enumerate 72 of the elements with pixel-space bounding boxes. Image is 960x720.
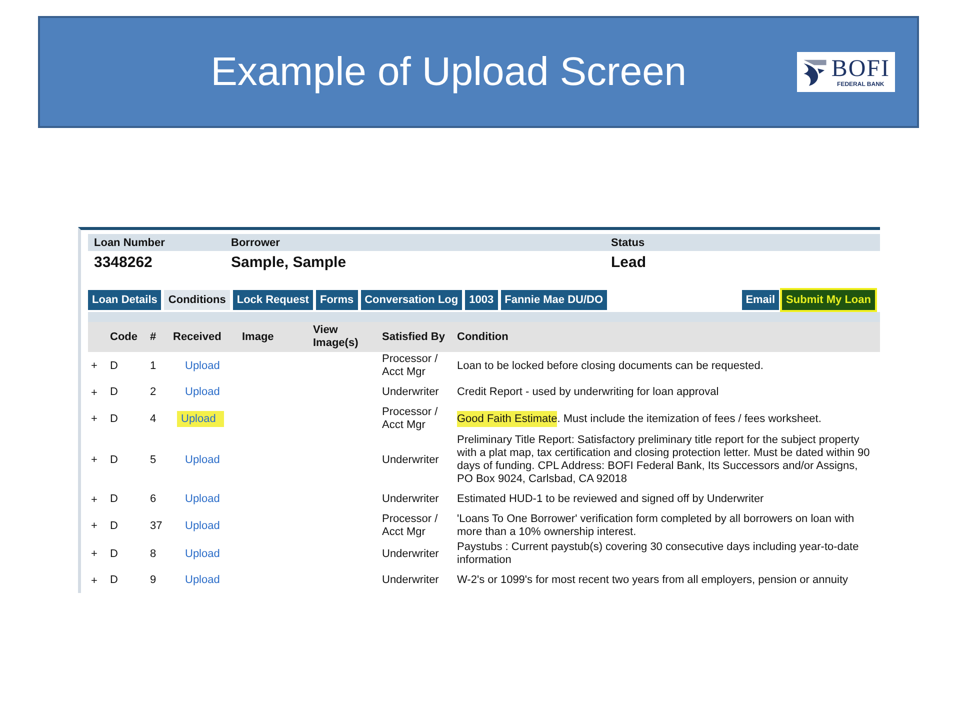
table-cell-text: 4 (150, 412, 158, 426)
table-cell-text: Preliminary Title Report: Satisfactory preliminary title report for the subject property with a plat map, tax certification and closing protection letter. Must be dated within 90 days of funding. CPL Address: BOFI Federal Bank, Its Successors and/or Assigns, PO Box 9024, Carlsbad, CA 92018 (457, 434, 871, 486)
table-cell-text: D (110, 360, 119, 372)
upload-link[interactable]: Upload (181, 358, 224, 374)
table-cell-text: Paystubs : Current paystub(s) covering 30 consecutive days including year-to-date information (457, 541, 860, 567)
column-header: Received (173, 330, 222, 344)
expand-toggle[interactable]: + (88, 574, 110, 586)
expand-toggle[interactable]: + (88, 520, 110, 532)
table-cell-text: Credit Report - used by underwriting for loan approval (457, 386, 720, 399)
logo-wordmark: BOFI (831, 56, 890, 82)
table-cell-text: Underwriter (382, 574, 440, 587)
table-cell-text: Underwriter (382, 493, 440, 506)
tab[interactable]: Fannie Mae DU/DO (500, 290, 608, 310)
column-header: Loan Number (94, 236, 166, 248)
tab[interactable]: Loan Details (88, 290, 162, 310)
upload-link[interactable]: Upload (181, 491, 224, 507)
expand-toggle[interactable]: + (88, 548, 110, 560)
table-cell-text: 6 (150, 493, 158, 506)
table-cell-text: 'Loans To One Borrower' verification form completed by all borrowers on loan with more than a 10% ownership interest. (457, 513, 856, 539)
upload-link[interactable]: Upload (181, 384, 224, 400)
upload-link[interactable]: Upload (181, 452, 224, 468)
column-header: Borrower (231, 236, 281, 248)
column-header: Satisfied By (382, 330, 446, 344)
table-cell-text: 5 (150, 454, 158, 466)
table-cell-text: 9 (150, 574, 158, 587)
loan-value: Sample, Sample (231, 254, 348, 270)
table-cell-text: D (110, 454, 119, 466)
table-cell-text: 2 (150, 386, 158, 399)
column-header: # (150, 330, 158, 344)
table-cell-text: D (110, 386, 119, 399)
table-cell-text: Loan to be locked before closing documents can be requested. (457, 360, 764, 372)
table-cell-text: 1 (150, 360, 158, 372)
upload-link[interactable]: Upload (181, 572, 224, 588)
table-cell-text: Processor / Acct Mgr (382, 353, 439, 379)
column-header: View Image(s) (313, 324, 360, 350)
upload-link[interactable]: Upload (177, 410, 224, 426)
table-cell-text: Underwriter (382, 386, 440, 399)
loan-value: 3348262 (94, 254, 154, 270)
tab[interactable]: Conditions (164, 290, 230, 310)
tab[interactable]: Lock Request (232, 290, 313, 310)
upload-link[interactable]: Upload (181, 546, 224, 562)
table-cell-text: 8 (150, 548, 158, 560)
table-cell-text: D (110, 412, 119, 426)
expand-toggle[interactable]: + (88, 413, 110, 425)
table-cell-text: D (110, 493, 119, 506)
column-header: Condition (457, 330, 510, 344)
expand-toggle[interactable]: + (88, 360, 110, 372)
column-header: Image (242, 330, 275, 344)
column-header: Code (110, 330, 138, 344)
table-cell-text: Good Faith Estimate. Must include the itemization of fees / fees worksheet. (457, 412, 822, 426)
table-cell-text: D (110, 574, 119, 587)
table-cell-text: Processor / Acct Mgr (382, 513, 439, 539)
table-cell-text: D (110, 548, 119, 560)
table-cell-text: Underwriter (382, 548, 440, 560)
tab[interactable]: Conversation Log (360, 290, 462, 310)
action-button[interactable]: Email (742, 290, 780, 310)
loan-value: Lead (611, 254, 648, 270)
table-cell-text: Processor / Acct Mgr (382, 406, 439, 432)
expand-toggle[interactable]: + (88, 386, 110, 398)
slide-title: Example of Upload Screen (210, 50, 688, 94)
column-header: Status (611, 236, 646, 248)
tab[interactable]: Forms (316, 290, 358, 310)
expand-toggle[interactable]: + (88, 454, 110, 466)
table-cell-text: D (110, 520, 119, 532)
action-button[interactable]: Submit My Loan (782, 290, 875, 310)
tab[interactable]: 1003 (465, 290, 498, 310)
upload-link[interactable]: Upload (181, 518, 224, 534)
table-cell-text: 37 (150, 520, 164, 532)
table-cell-text: Estimated HUD-1 to be reviewed and signed off by Underwriter (457, 493, 765, 506)
expand-toggle[interactable]: + (88, 494, 110, 506)
table-cell-text: Underwriter (382, 454, 440, 466)
table-cell-text: W-2's or 1099's for most recent two years from all employers, pension or annuity (457, 574, 849, 587)
